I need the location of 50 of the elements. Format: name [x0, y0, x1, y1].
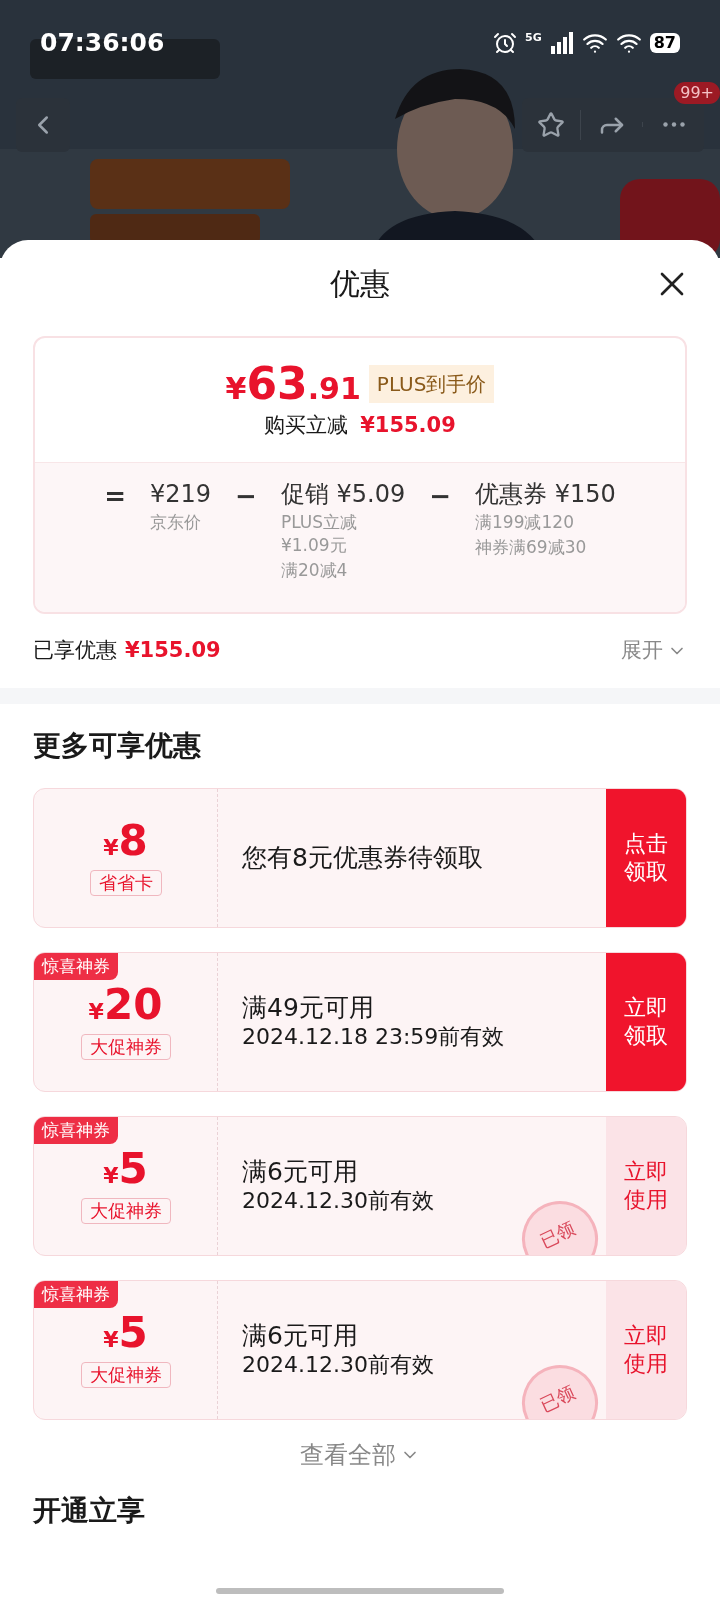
saving-label: 购买立减: [264, 412, 349, 439]
star-icon: [537, 110, 565, 139]
more-icon: [662, 122, 685, 127]
use-button[interactable]: 立即 使用: [606, 1280, 686, 1419]
coupon-type-label: 大促神券: [80, 1033, 171, 1060]
sheet-title: 优惠: [330, 264, 390, 303]
enjoyed-amount: ¥155.09: [125, 636, 221, 664]
formula-operator: −: [235, 479, 257, 513]
status-time: 07:36:06: [40, 27, 165, 59]
formula-note: 京东价: [150, 510, 203, 534]
view-all-button[interactable]: 查看全部: [300, 1436, 420, 1473]
coupon-amount: ¥20: [88, 983, 163, 1026]
coupon-amount: ¥5: [103, 1147, 148, 1190]
final-price: ¥63.91: [225, 362, 361, 406]
coupon-validity: 2024.12.18 23:59前有效: [242, 1023, 506, 1051]
saving-amount: ¥155.09: [360, 412, 456, 439]
coupon-validity: 2024.12.30前有效: [242, 1187, 435, 1215]
coupon-tag: 惊喜神券: [34, 952, 118, 980]
coupon-amount: ¥5: [103, 1311, 148, 1354]
formula-note: 满20减4: [280, 559, 349, 583]
coupon-tag: 惊喜神券: [34, 1116, 118, 1144]
section-title: 更多可享优惠: [33, 727, 201, 764]
price-tag: PLUS到手价: [368, 365, 495, 403]
formula-amount: 促销 ¥5.09: [280, 478, 406, 509]
formula-note: PLUS立减 ¥1.09元: [280, 510, 359, 557]
coupon-amount: ¥8: [103, 819, 148, 862]
formula-amount: ¥219: [150, 478, 212, 509]
coupon-validity: 2024.12.30前有效: [242, 1351, 435, 1379]
use-button[interactable]: 立即 使用: [606, 1116, 686, 1255]
formula-note: 满199减120: [475, 510, 575, 534]
enjoyed-label: 已享优惠: [33, 636, 117, 664]
coupon-type-label: 大促神券: [80, 1197, 171, 1224]
formula-amount: 优惠券 ¥150: [475, 478, 616, 509]
claim-button[interactable]: 点击 领取: [606, 788, 686, 927]
coupon-type-label: 省省卡: [89, 869, 162, 896]
section-title: 开通立享: [33, 1493, 145, 1527]
alarm-icon: [493, 30, 518, 55]
claim-button[interactable]: 立即 领取: [606, 952, 686, 1091]
formula-operator: =: [104, 479, 127, 513]
coupon-condition: 满49元可用: [242, 992, 375, 1024]
coupon-condition: 您有8元优惠券待领取: [242, 841, 484, 874]
expand-button[interactable]: 展开: [621, 634, 687, 667]
coupon-type-label: 大促神券: [80, 1361, 171, 1388]
formula-operator: −: [429, 479, 452, 513]
signal-icon: [549, 31, 574, 54]
coupon-condition: 满6元可用: [242, 1156, 359, 1188]
network-type: 5G: [525, 29, 542, 46]
coupon-tag: 惊喜神券: [34, 1280, 118, 1308]
coupon-condition: 满6元可用: [242, 1320, 359, 1352]
formula-note: 神券满69减30: [475, 535, 588, 559]
